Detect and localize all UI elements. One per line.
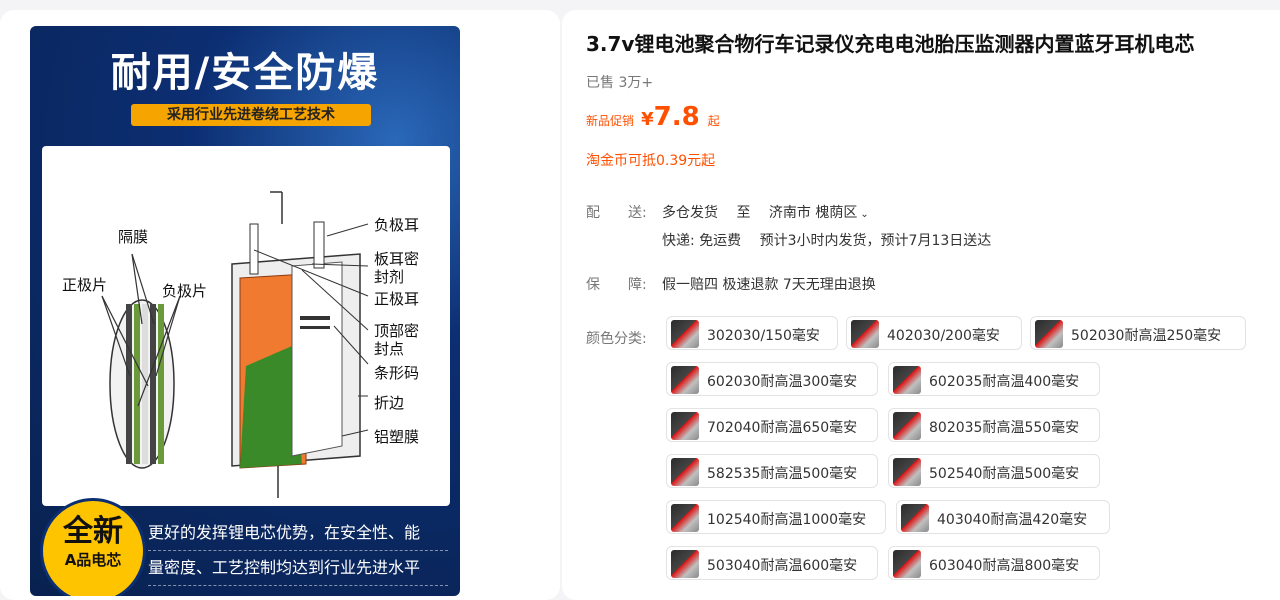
color-option[interactable]: 602035耐高温400毫安 — [888, 362, 1100, 396]
option-thumbnail — [893, 412, 921, 440]
battery-barcode-area — [291, 261, 343, 457]
option-thumbnail — [671, 412, 699, 440]
label-barcode: 条形码 — [374, 364, 419, 382]
option-label: 603040耐高温800毫安 — [929, 558, 1080, 574]
label-tab-sealant: 板耳密 — [374, 250, 419, 268]
chevron-down-icon: ⌄ — [860, 209, 869, 220]
positive-tab-shape — [249, 223, 259, 275]
color-option[interactable]: 102540耐高温1000毫安 — [666, 500, 886, 534]
option-label: 503040耐高温600毫安 — [707, 558, 858, 574]
currency-symbol: ¥ — [641, 109, 654, 130]
option-label: 502540耐高温500毫安 — [929, 466, 1080, 482]
layer-stripe — [126, 304, 132, 464]
color-option[interactable]: 302030/150毫安 — [666, 316, 838, 350]
coin-discount[interactable]: 淘金币可抵0.39元起 — [586, 150, 715, 170]
shipping-row: 多仓发货 至 济南市 槐荫区 ⌄ — [662, 202, 869, 222]
layer-stripe — [150, 304, 156, 464]
label-cathode: 正极片 — [62, 276, 107, 294]
option-label: 402030/200毫安 — [887, 328, 1000, 344]
color-option[interactable]: 402030/200毫安 — [846, 316, 1022, 350]
color-option[interactable]: 802035耐高温550毫安 — [888, 408, 1100, 442]
color-label: 颜色分类: — [586, 331, 647, 347]
sold-count: 已售 3万+ — [586, 75, 654, 91]
option-label: 602030耐高温300毫安 — [707, 374, 858, 390]
color-option[interactable]: 582535耐高温500毫安 — [666, 454, 878, 488]
price-label: 新品促销 — [586, 114, 635, 128]
destination-selector[interactable]: 济南市 槐荫区 ⌄ — [769, 205, 869, 221]
option-thumbnail — [893, 366, 921, 394]
dispatch-estimate: 预计3小时内发货，预计7月13日送达 — [759, 233, 992, 249]
option-label: 802035耐高温550毫安 — [929, 420, 1080, 436]
option-label: 582535耐高温500毫安 — [707, 466, 858, 482]
option-thumbnail — [671, 504, 699, 532]
color-option[interactable]: 602030耐高温300毫安 — [666, 362, 878, 396]
option-thumbnail — [671, 366, 699, 394]
color-option[interactable]: 502540耐高温500毫安 — [888, 454, 1100, 488]
layer-stripe — [158, 304, 164, 464]
label-separator: 隔膜 — [118, 228, 148, 246]
shipping-label: 配 送: — [586, 205, 647, 221]
badge-line-2: A品电芯 — [64, 551, 122, 569]
label-top-seal-2: 封点 — [374, 340, 404, 358]
color-option[interactable]: 603040耐高温800毫安 — [888, 546, 1100, 580]
negative-tab-shape — [313, 221, 325, 269]
express-row: 快递: 免运费 预计3小时内发货，预计7月13日送达 — [662, 230, 991, 250]
option-label: 102540耐高温1000毫安 — [707, 512, 867, 528]
product-title: 3.7v锂电池聚合物行车记录仪充电电池胎压监测器内置蓝牙耳机电芯 — [586, 32, 1195, 56]
destination-text: 济南市 槐荫区 — [768, 205, 858, 221]
product-info-panel: 3.7v锂电池聚合物行车记录仪充电电池胎压监测器内置蓝牙耳机电芯 已售 3万+ … — [562, 10, 1280, 600]
product-main-image[interactable]: 耐用/安全防爆 采用行业先进卷绕工艺技术 隔膜 正极片 负极片 负极耳 板耳密 … — [30, 26, 460, 596]
color-option[interactable]: 403040耐高温420毫安 — [896, 500, 1110, 534]
ship-from: 多仓发货 — [662, 205, 718, 221]
color-option[interactable]: 503040耐高温600毫安 — [666, 546, 878, 580]
badge-line-1: 全新 — [63, 514, 123, 549]
battery-diagram: 隔膜 正极片 负极片 负极耳 板耳密 封剂 正极耳 顶部密 封点 条形码 折边 … — [42, 146, 450, 506]
new-a-grade-badge: 全新 A品电芯 — [40, 498, 146, 596]
label-aluminum-film: 铝塑膜 — [374, 428, 419, 446]
option-label: 403040耐高温420毫安 — [937, 512, 1088, 528]
express-fee: 快递: 免运费 — [662, 233, 742, 249]
product-image-card: 耐用/安全防爆 采用行业先进卷绕工艺技术 隔膜 正极片 负极片 负极耳 板耳密 … — [0, 10, 560, 600]
option-thumbnail — [901, 504, 929, 532]
image-subheadline: 采用行业先进卷绕工艺技术 — [131, 104, 371, 126]
option-thumbnail — [893, 458, 921, 486]
layer-stripe — [134, 304, 140, 464]
color-option[interactable]: 702040耐高温650毫安 — [666, 408, 878, 442]
guarantee-label: 保 障: — [586, 277, 647, 293]
guarantee-value[interactable]: 假一赔四 极速退款 7天无理由退换 — [662, 274, 876, 294]
option-label: 302030/150毫安 — [707, 328, 820, 344]
label-positive-tab: 正极耳 — [374, 290, 419, 308]
price-block: 新品促销 ¥7.8 起 — [586, 102, 720, 132]
product-page: 耐用/安全防爆 采用行业先进卷绕工艺技术 隔膜 正极片 负极片 负极耳 板耳密 … — [0, 0, 1280, 600]
option-thumbnail — [671, 320, 699, 348]
label-pointer — [326, 223, 369, 237]
label-top-seal: 顶部密 — [374, 322, 419, 340]
option-label: 602035耐高温400毫安 — [929, 374, 1080, 390]
label-fold-edge: 折边 — [374, 394, 404, 412]
label-anode: 负极片 — [162, 282, 207, 300]
image-headline: 耐用/安全防爆 — [110, 50, 380, 96]
option-label: 502030耐高温250毫安 — [1071, 328, 1222, 344]
price-value: 7.8 — [653, 102, 700, 132]
option-thumbnail — [1035, 320, 1063, 348]
option-thumbnail — [671, 458, 699, 486]
price-suffix: 起 — [707, 114, 720, 128]
image-bottom-line-1: 更好的发挥锂电芯优势，在安全性、能 — [148, 516, 448, 551]
option-label: 702040耐高温650毫安 — [707, 420, 858, 436]
label-negative-tab: 负极耳 — [374, 216, 419, 234]
option-thumbnail — [671, 550, 699, 578]
ship-to-word: 至 — [736, 205, 751, 221]
battery-cross-section-svg: 隔膜 正极片 负极片 负极耳 板耳密 封剂 正极耳 顶部密 封点 条形码 折边 … — [62, 191, 419, 498]
label-tab-sealant-2: 封剂 — [374, 268, 404, 286]
image-bottom-text: 更好的发挥锂电芯优势，在安全性、能 量密度、工艺控制均达到行业先进水平 — [148, 516, 448, 586]
color-option[interactable]: 502030耐高温250毫安 — [1030, 316, 1246, 350]
image-bottom-line-2: 量密度、工艺控制均达到行业先进水平 — [148, 551, 448, 586]
barcode-line — [300, 316, 330, 320]
option-thumbnail — [893, 550, 921, 578]
option-thumbnail — [851, 320, 879, 348]
barcode-line — [300, 326, 330, 329]
